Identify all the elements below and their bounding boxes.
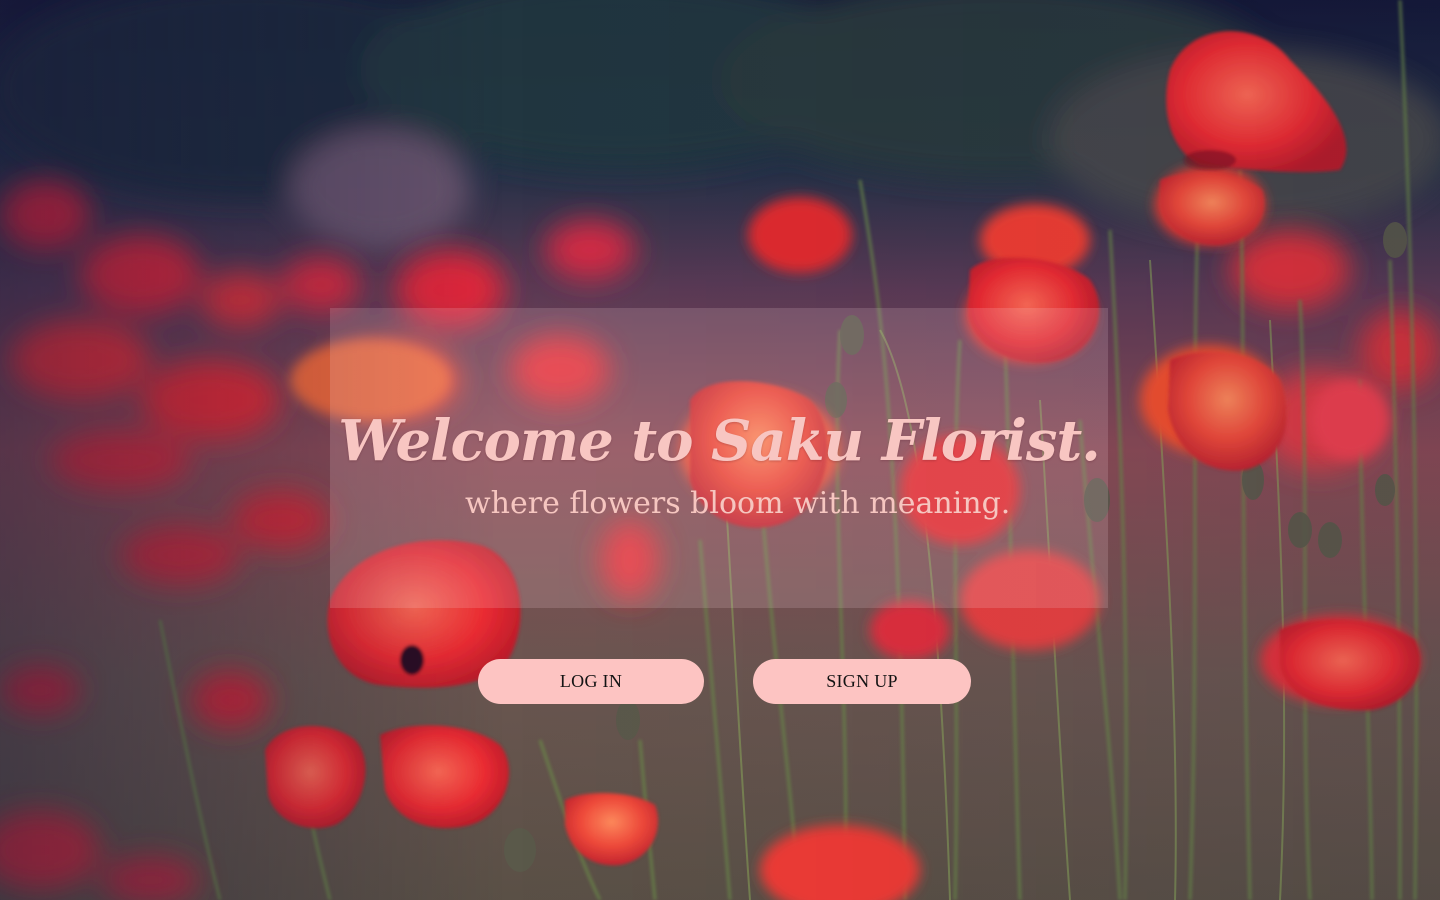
hero-subtitle: where flowers bloom with meaning.	[465, 486, 1011, 521]
hero-panel: Welcome to Saku Florist. where flowers b…	[330, 308, 1108, 608]
hero-title: Welcome to Saku Florist.	[338, 408, 1101, 474]
signup-button[interactable]: SIGN UP	[753, 659, 971, 704]
login-button[interactable]: LOG IN	[478, 659, 704, 704]
